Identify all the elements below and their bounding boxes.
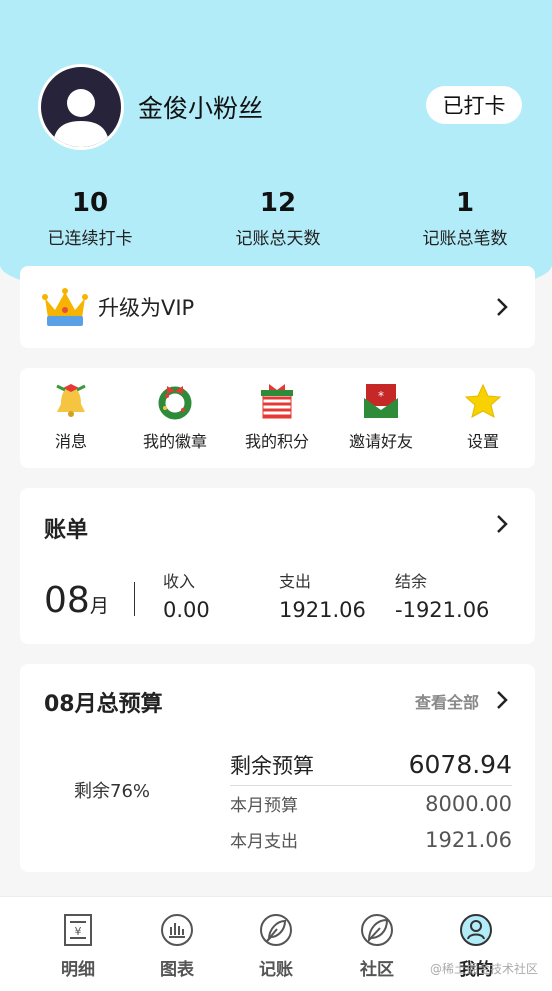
bell-icon [56, 384, 86, 417]
vip-label: 升级为VIP [98, 296, 195, 320]
stat-label: 记账总天数 [235, 229, 321, 249]
quick-item-label: 设置 [466, 432, 499, 451]
chevron-right-icon [497, 515, 508, 533]
view-all-link[interactable]: 查看全部 [415, 689, 479, 713]
svg-text:*: * [378, 389, 384, 403]
divider [134, 582, 135, 616]
bill-month: 08月 [44, 580, 109, 621]
budget-title: 08月总预算 [44, 692, 163, 717]
tab-label: 图表 [160, 960, 194, 980]
receipt-icon: ¥ [64, 914, 92, 946]
gift-box-icon [261, 384, 293, 419]
bill-income-label: 收入 [163, 572, 196, 591]
stat-value: 1 [455, 188, 475, 218]
bill-balance-label: 结余 [395, 572, 428, 591]
budget-spent-label: 本月支出 [230, 832, 298, 852]
quick-item-invite[interactable]: * 邀请好友 [336, 382, 426, 452]
chevron-right-icon[interactable] [495, 689, 509, 711]
chevron-right-icon [497, 298, 508, 316]
budget-monthly-row: 本月预算 8000.00 [230, 791, 512, 816]
svg-text:¥: ¥ [75, 925, 82, 938]
quick-item-label: 邀请好友 [348, 432, 413, 451]
bill-income-value: 0.00 [163, 598, 210, 622]
quick-item-settings[interactable]: 设置 [438, 382, 528, 452]
envelope-icon: * [364, 384, 398, 418]
budget-remaining-value: 6078.94 [408, 750, 512, 779]
bill-expense-value: 1921.06 [279, 598, 366, 622]
quick-item-points[interactable]: 我的积分 [232, 382, 322, 452]
budget-card: 08月总预算 查看全部 剩余76% 剩余预算 6078.94 本月预算 8000… [20, 664, 535, 872]
quick-item-label: 我的积分 [244, 432, 309, 451]
stat-entries: 1 记账总笔数 [395, 188, 535, 249]
checkin-button[interactable]: 已打卡 [426, 86, 522, 124]
budget-remaining-percent: 剩余76% [74, 781, 151, 802]
tab-label: 社区 [360, 960, 394, 980]
chart-icon [161, 914, 193, 946]
tab-charts[interactable]: 图表 [137, 913, 217, 980]
stat-label: 已连续打卡 [47, 229, 133, 249]
leaf-pen-icon [260, 914, 292, 946]
bill-expense-label: 支出 [279, 572, 312, 591]
username: 金俊小粉丝 [138, 94, 264, 123]
leaf-icon [361, 914, 393, 946]
watermark: @稀土掘金技术社区 [429, 962, 538, 976]
bill-balance: 结余 -1921.06 [395, 568, 489, 622]
budget-spent-value: 1921.06 [425, 828, 512, 852]
budget-spent-row: 本月支出 1921.06 [230, 827, 512, 852]
bill-month-number: 08 [44, 580, 90, 621]
stat-days: 12 记账总天数 [208, 188, 348, 249]
bill-balance-value: -1921.06 [395, 598, 490, 622]
bill-card[interactable]: 账单 08月 收入 0.00 支出 1921.06 结余 -1921.06 [20, 488, 535, 644]
avatar[interactable] [38, 64, 124, 150]
tab-label: 记账 [259, 960, 293, 980]
tab-record[interactable]: 记账 [236, 913, 316, 980]
quick-item-label: 我的徽章 [142, 432, 207, 451]
divider [230, 785, 512, 786]
user-silhouette-icon [53, 89, 109, 147]
tab-community[interactable]: 社区 [337, 913, 417, 980]
header-background [0, 0, 552, 305]
budget-monthly-value: 8000.00 [425, 792, 512, 816]
bill-title: 账单 [44, 518, 89, 543]
budget-monthly-label: 本月预算 [230, 796, 298, 816]
quick-actions: 消息 我的徽章 我的积分 * 邀请好友 设置 [20, 368, 535, 468]
profile: 金俊小粉丝 [38, 64, 263, 150]
bill-month-unit: 月 [89, 595, 109, 617]
budget-remaining-row: 剩余预算 6078.94 [230, 750, 512, 780]
quick-item-messages[interactable]: 消息 [26, 382, 116, 452]
quick-item-badges[interactable]: 我的徽章 [130, 382, 220, 452]
stat-value: 12 [259, 188, 297, 218]
quick-item-label: 消息 [54, 432, 87, 451]
star-icon [464, 383, 502, 418]
bill-income: 收入 0.00 [163, 568, 210, 622]
stat-streak: 10 已连续打卡 [20, 188, 160, 249]
vip-card[interactable]: 升级为VIP [20, 266, 535, 348]
stat-label: 记账总笔数 [422, 229, 508, 249]
bill-expense: 支出 1921.06 [279, 568, 366, 622]
crown-icon [42, 288, 88, 326]
tab-details[interactable]: ¥ 明细 [38, 913, 118, 980]
stat-value: 10 [71, 188, 109, 218]
budget-remaining-label: 剩余预算 [230, 754, 314, 778]
wreath-icon [158, 386, 192, 420]
tab-label: 明细 [61, 960, 95, 980]
user-icon [460, 914, 492, 946]
